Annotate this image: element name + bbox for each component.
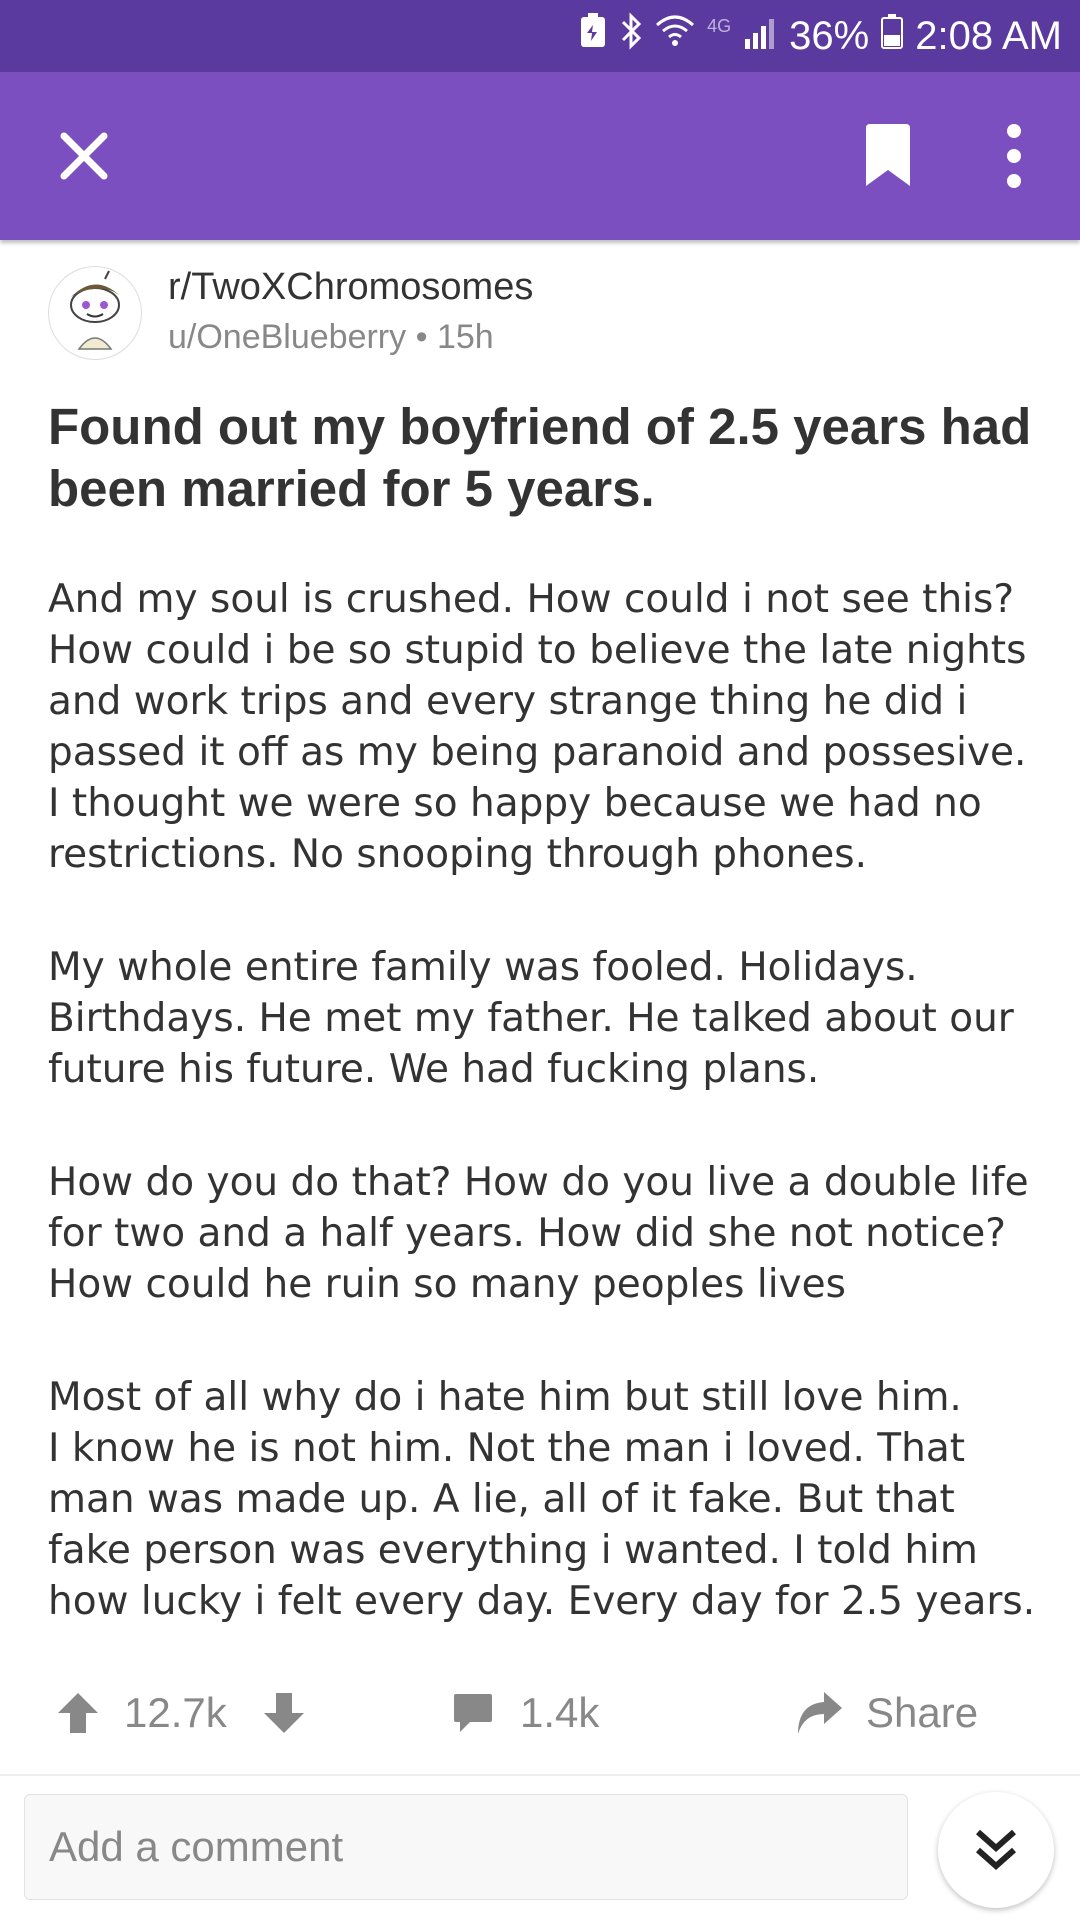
toolbar [0,72,1080,240]
battery-icon [881,13,904,59]
body-paragraph: And my soul is crushed. How could i not … [48,577,1027,877]
post-body: And my soul is crushed. How could i not … [48,574,1048,1689]
subreddit-avatar[interactable] [48,266,142,360]
battery-saver-icon [579,13,607,59]
more-options-button[interactable] [1000,124,1028,188]
status-icons: 4G 36% 2:08 AM [579,0,1062,72]
post-meta: u/OneBlueberry • 15h [168,318,494,357]
downvote-button[interactable] [262,1668,306,1758]
arrow-down-icon [264,1693,304,1733]
network-type: 4G [707,16,732,36]
scroll-to-comments-button[interactable] [938,1792,1054,1908]
subreddit-name[interactable]: r/TwoXChromosomes [168,266,533,309]
post-actions: 12.7k 1.4k Share [0,1668,1080,1758]
snoo-avatar-icon [70,270,120,350]
status-bar: 4G 36% 2:08 AM [0,0,1080,72]
comment-count: 1.4k [520,1689,600,1736]
comments-button[interactable]: 1.4k [452,1668,599,1758]
body-paragraph: My whole entire family was fooled. Holid… [48,945,1014,1092]
bluetooth-icon [619,12,643,60]
comment-bar [0,1776,1080,1920]
double-chevron-down-icon [976,1829,1016,1871]
share-label: Share [866,1689,979,1736]
signal-icon [743,14,777,59]
wifi-icon [655,13,695,59]
battery-percent: 36% [789,13,870,58]
author-link[interactable]: u/OneBlueberry [168,318,406,356]
bookmark-icon [866,124,910,186]
arrow-up-icon [58,1693,98,1733]
comment-bubble-icon [454,1694,492,1732]
close-icon [60,132,108,180]
post-header: r/TwoXChromosomes u/OneBlueberry • 15h [48,266,1028,362]
vote-count: 12.7k [124,1689,227,1736]
share-arrow-icon [798,1692,842,1734]
comment-input[interactable] [24,1794,908,1900]
post-title: Found out my boyfriend of 2.5 years had … [48,398,1032,517]
meta-separator: • [415,318,428,356]
post-age: 15h [436,318,494,356]
more-vert-icon [1007,124,1021,138]
clock: 2:08 AM [915,13,1062,58]
close-button[interactable] [52,124,116,188]
upvote-button[interactable] [56,1668,100,1758]
share-button[interactable]: Share [794,1668,978,1758]
save-post-button[interactable] [864,124,912,188]
body-paragraph: How do you do that? How do you live a do… [48,1160,1029,1307]
body-paragraph: Most of all why do i hate him but still … [48,1375,1036,1624]
